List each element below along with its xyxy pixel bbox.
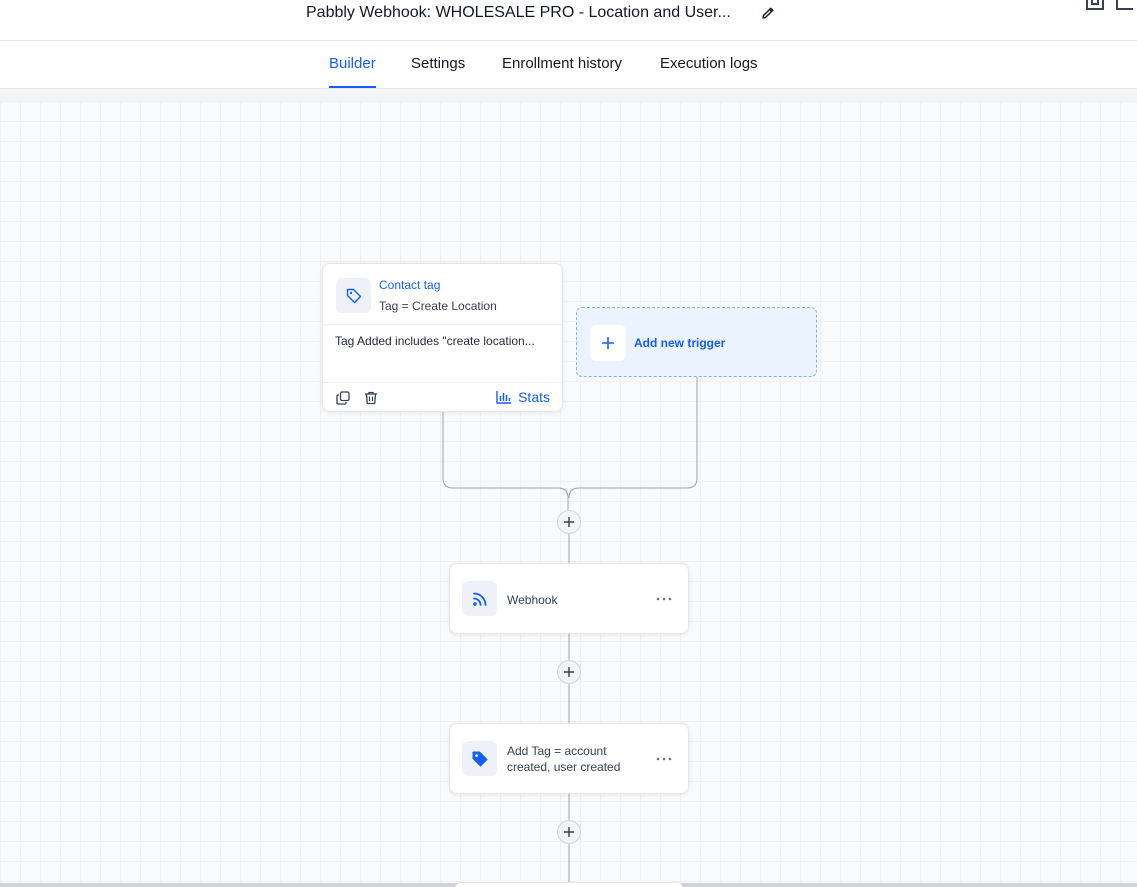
plus-icon <box>564 827 574 837</box>
add-step-button[interactable] <box>557 510 581 534</box>
tag-outline-icon <box>336 278 371 313</box>
copy-icon[interactable] <box>336 391 350 405</box>
pencil-icon[interactable] <box>760 5 776 21</box>
more-horizontal-icon[interactable] <box>656 757 672 761</box>
step-card-partial[interactable] <box>455 882 683 887</box>
top-bar: Pabbly Webhook: WHOLESALE PRO - Location… <box>0 0 1137 41</box>
step-label-line-1: Add Tag = account <box>507 744 607 758</box>
trash-icon[interactable] <box>364 391 378 405</box>
tab-settings[interactable]: Settings <box>411 41 465 88</box>
plus-icon <box>564 667 574 677</box>
trigger-card[interactable]: Contact tag Tag = Create Location Tag Ad… <box>322 263 563 412</box>
step-label: Webhook <box>507 593 558 607</box>
workflow-title[interactable]: Pabbly Webhook: WHOLESALE PRO - Location… <box>306 4 731 22</box>
add-step-button[interactable] <box>557 660 581 684</box>
bar-chart-icon <box>496 391 512 404</box>
tab-builder[interactable]: Builder <box>329 41 376 88</box>
add-step-button[interactable] <box>557 820 581 844</box>
trigger-card-header: Contact tag Tag = Create Location <box>323 264 562 325</box>
add-new-trigger-label: Add new trigger <box>634 336 726 350</box>
step-label-line-2: created, user created <box>507 760 621 774</box>
trigger-title: Contact tag <box>379 278 441 292</box>
add-new-trigger-button[interactable]: Add new trigger <box>576 307 817 377</box>
plus-icon <box>590 325 626 361</box>
tab-bar: Builder Settings Enrollment history Exec… <box>0 41 1137 89</box>
plus-icon <box>564 517 574 527</box>
webhook-icon <box>462 581 497 616</box>
tag-filled-icon <box>462 741 497 776</box>
more-horizontal-icon[interactable] <box>656 597 672 601</box>
trigger-card-footer: Stats <box>323 382 562 412</box>
step-card-add-tag[interactable]: Add Tag = account created, user created <box>449 723 689 794</box>
trigger-description: Tag Added includes "create location... <box>335 334 535 348</box>
stats-button[interactable]: Stats <box>496 389 550 405</box>
step-card-webhook[interactable]: Webhook <box>449 563 689 634</box>
tab-execution-logs[interactable]: Execution logs <box>660 41 758 88</box>
tab-enrollment-history[interactable]: Enrollment history <box>502 41 622 88</box>
trigger-subtitle: Tag = Create Location <box>379 299 497 313</box>
stats-label: Stats <box>518 389 550 405</box>
window-controls-icon[interactable] <box>1073 0 1137 14</box>
